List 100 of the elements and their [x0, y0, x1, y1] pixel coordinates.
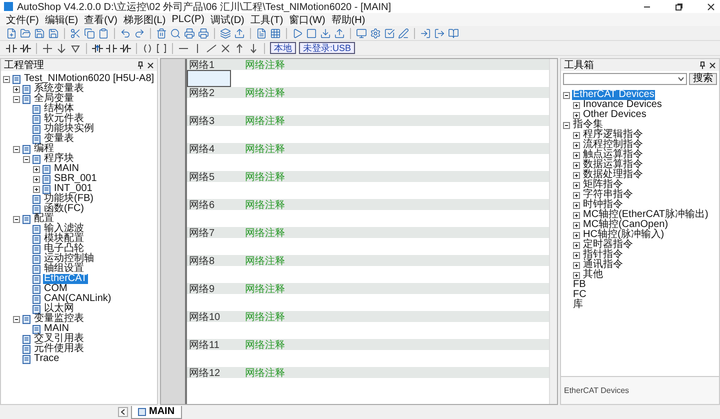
menu-item[interactable]: 编辑(E)	[44, 12, 78, 26]
tree-item[interactable]: 字符串指令	[582, 190, 634, 200]
tree-item[interactable]: 编程	[33, 144, 55, 154]
expand-icon[interactable]	[573, 152, 580, 158]
expand-icon[interactable]	[573, 232, 580, 238]
tree-item[interactable]: 通讯指令	[582, 260, 624, 270]
tree-item[interactable]: MAIN	[53, 164, 80, 174]
tree-item[interactable]: COM	[43, 284, 68, 294]
rising-contact-icon[interactable]	[92, 42, 103, 54]
play-icon[interactable]	[292, 28, 303, 38]
save-all-icon[interactable]	[48, 28, 59, 38]
tree-item[interactable]: 定时器指令	[582, 240, 634, 250]
status-button[interactable]: 本地	[270, 42, 296, 54]
expand-icon[interactable]	[573, 262, 580, 268]
tree-item[interactable]: 函数(FC)	[43, 204, 85, 214]
monitor-icon[interactable]	[356, 28, 367, 38]
login-icon[interactable]	[420, 28, 431, 38]
down-arrow-icon[interactable]	[248, 42, 259, 54]
tree-item[interactable]: 流程控制指令	[582, 140, 644, 150]
tree-item[interactable]: HC轴控(脉冲输入)	[582, 230, 666, 240]
tree-item[interactable]: Test_NIMotion6020 [H5U-A8]	[23, 74, 156, 84]
expand-icon[interactable]	[573, 252, 580, 258]
tree-item[interactable]: 以太网	[43, 304, 75, 314]
expand-icon[interactable]	[33, 166, 40, 172]
tree-item[interactable]: 模块配置	[43, 234, 85, 244]
book-icon[interactable]	[448, 28, 459, 38]
tree-item[interactable]: 运动控制轴	[43, 254, 95, 264]
tree-item[interactable]: 输入滤波	[43, 224, 85, 234]
tree-item[interactable]: FB	[572, 280, 587, 290]
undo-icon[interactable]	[120, 28, 131, 38]
tree-item[interactable]: 轴组设置	[43, 264, 85, 274]
negated-contact-icon[interactable]	[120, 42, 131, 54]
tree-item[interactable]: 功能块实例	[43, 124, 95, 134]
menu-item[interactable]: 文件(F)	[6, 12, 39, 26]
tree-item[interactable]: CAN(CANLink)	[43, 294, 112, 304]
menu-item[interactable]: PLC(P)	[172, 14, 204, 25]
tree-item[interactable]: 变量表	[43, 134, 75, 144]
search-button[interactable]: 搜索	[689, 73, 717, 85]
coil-icon[interactable]	[142, 42, 153, 54]
tree-item[interactable]: Trace	[33, 354, 60, 364]
triangle-icon[interactable]	[70, 42, 81, 54]
tree-item[interactable]: 库	[572, 300, 584, 310]
tab[interactable]: MAIN	[131, 406, 182, 418]
tree-item[interactable]: 电子凸轮	[43, 244, 85, 254]
trash-icon[interactable]	[156, 28, 167, 38]
print-preview-icon[interactable]	[198, 28, 209, 38]
expand-icon[interactable]	[573, 192, 580, 198]
close-icon[interactable]	[147, 62, 154, 68]
menu-item[interactable]: 帮助(H)	[331, 12, 366, 26]
cut-icon[interactable]	[70, 28, 81, 38]
expand-icon[interactable]	[573, 212, 580, 218]
tree-item[interactable]: INT_001	[53, 184, 94, 194]
pin-icon[interactable]	[137, 61, 144, 69]
menu-item[interactable]: 调试(D)	[210, 12, 244, 26]
printer-icon[interactable]	[184, 28, 195, 38]
close-icon[interactable]	[709, 62, 716, 68]
bracket-icon[interactable]	[156, 42, 167, 54]
tree-item[interactable]: MC轴控(CanOpen)	[582, 220, 670, 230]
pin-icon[interactable]	[699, 61, 706, 69]
logout-icon[interactable]	[434, 28, 445, 38]
tree-item[interactable]: Inovance Devices	[582, 100, 663, 110]
tree-item[interactable]: 元件使用表	[33, 344, 85, 354]
collapse-icon[interactable]	[13, 316, 20, 322]
paste-icon[interactable]	[98, 28, 109, 38]
tree-item[interactable]: 全局变量	[33, 94, 75, 104]
tree-item[interactable]: Other Devices	[582, 110, 648, 120]
checkbox-icon[interactable]	[384, 28, 395, 38]
collapse-icon[interactable]	[13, 146, 20, 152]
tree-item[interactable]: 指令集	[572, 120, 604, 130]
expand-icon[interactable]	[573, 142, 580, 148]
edit-icon[interactable]	[398, 28, 409, 38]
tree-item[interactable]: 数据处理指令	[582, 170, 644, 180]
expand-icon[interactable]	[573, 172, 580, 178]
expand-icon[interactable]	[573, 182, 580, 188]
tree-item[interactable]: SBR_001	[53, 174, 98, 184]
close-icon[interactable]	[706, 2, 716, 12]
expand-icon[interactable]	[33, 176, 40, 182]
tree-item[interactable]: EtherCAT Devices	[572, 90, 656, 100]
tree-item[interactable]: 系统变量表	[33, 84, 85, 94]
document-icon[interactable]	[256, 28, 267, 38]
tree-item[interactable]: FC	[572, 290, 588, 300]
restore-icon[interactable]	[674, 2, 684, 12]
expand-icon[interactable]	[573, 132, 580, 138]
tree-item[interactable]: 矩阵指令	[582, 180, 624, 190]
collapse-icon[interactable]	[13, 216, 20, 222]
contact-icon[interactable]	[106, 42, 117, 54]
copy-icon[interactable]	[84, 28, 95, 38]
expand-icon[interactable]	[573, 272, 580, 278]
export-icon[interactable]	[234, 28, 245, 38]
expand-icon[interactable]	[573, 112, 580, 118]
status-button[interactable]: 未登录:USB	[299, 42, 356, 54]
menu-item[interactable]: 工具(T)	[250, 12, 284, 26]
tree-item[interactable]: 交叉引用表	[33, 334, 85, 344]
folder-icon[interactable]	[20, 28, 31, 38]
contact-icon[interactable]	[6, 42, 17, 54]
tree-item[interactable]: 其他	[582, 270, 604, 280]
tree-item[interactable]: 时钟指令	[582, 200, 624, 210]
tree-item[interactable]: 程序块	[43, 154, 75, 164]
tree-item[interactable]: 指针指令	[582, 250, 624, 260]
collapse-icon[interactable]	[3, 76, 10, 82]
